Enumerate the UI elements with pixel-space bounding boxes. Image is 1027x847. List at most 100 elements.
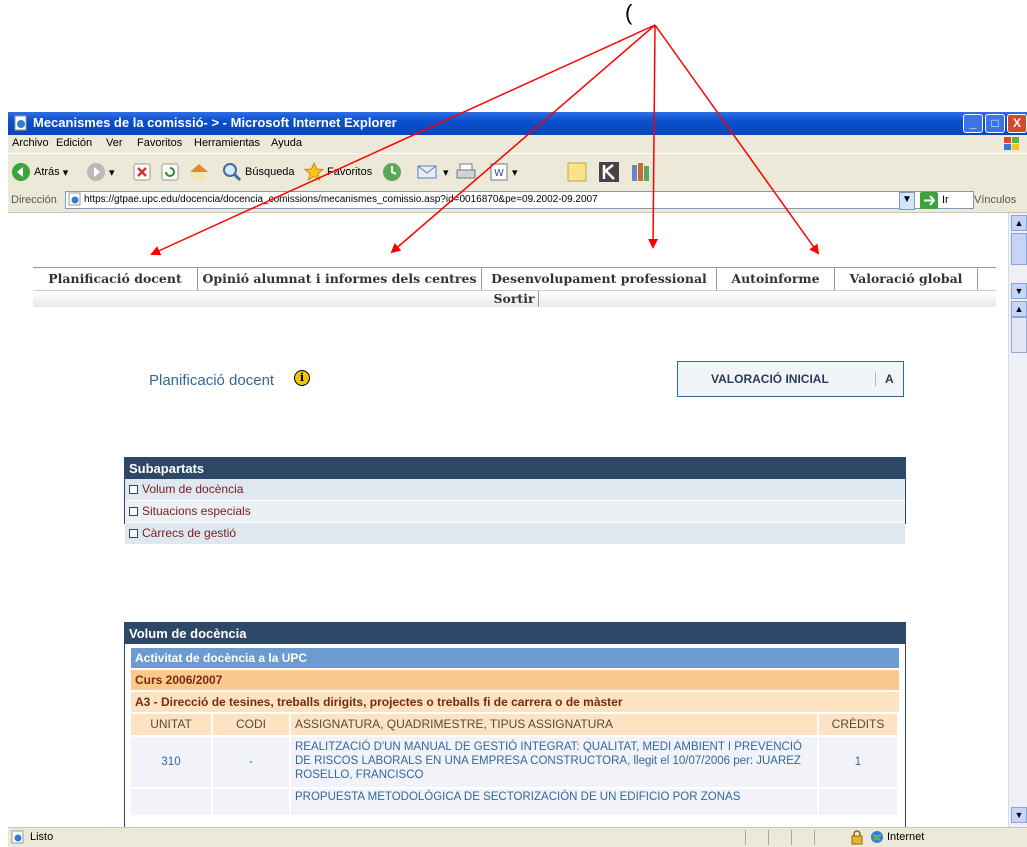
address-label: Dirección bbox=[11, 194, 57, 206]
print-button[interactable] bbox=[455, 160, 477, 184]
scroll-thumb[interactable] bbox=[1011, 233, 1027, 265]
nav-sortir[interactable]: Sortir bbox=[490, 291, 539, 307]
volum-body: Activitat de docència a la UPC Curs 2006… bbox=[125, 644, 905, 815]
menu-favoritos[interactable]: Favoritos bbox=[137, 137, 182, 149]
scroll-up-icon[interactable]: ▲ bbox=[1011, 215, 1027, 231]
nav-desenvolupament-professional[interactable]: Desenvolupament professional bbox=[482, 268, 717, 290]
mail-icon bbox=[417, 165, 437, 179]
nav-opinio-alumnat[interactable]: Opinió alumnat i informes dels centres bbox=[198, 268, 482, 290]
links-label[interactable]: Vínculos bbox=[974, 194, 1016, 206]
sub-item-label: Volum de docència bbox=[142, 482, 244, 496]
menu-archivo[interactable]: Archivo bbox=[12, 137, 49, 149]
home-icon bbox=[190, 164, 208, 180]
print-icon bbox=[456, 163, 476, 179]
col-credits: CRÈDITS bbox=[819, 714, 899, 735]
address-url: https://gtpae.upc.edu/docencia/docencia_… bbox=[84, 194, 598, 205]
section-title: Planificació docent bbox=[149, 372, 275, 389]
cell-credits bbox=[819, 789, 899, 815]
status-divider bbox=[745, 830, 746, 845]
menu-ver[interactable]: Ver bbox=[106, 137, 123, 149]
sub-item-situacions[interactable]: Situacions especials bbox=[125, 501, 905, 523]
scroll-small-up-icon[interactable]: ▲ bbox=[1011, 301, 1027, 317]
sub-item-label: Situacions especials bbox=[142, 504, 251, 518]
scroll-small-down-icon[interactable]: ▼ bbox=[1011, 283, 1027, 299]
title-bar: Mecanismes de la comissió- > - Microsoft… bbox=[8, 112, 1027, 135]
valoracio-inicial-box: VALORACIÓ INICIAL A bbox=[677, 361, 904, 397]
note-icon bbox=[567, 162, 587, 182]
edit-word-button[interactable]: W ▾ bbox=[489, 160, 518, 184]
menu-herramientas[interactable]: Herramientas bbox=[194, 137, 260, 149]
refresh-button[interactable] bbox=[160, 160, 180, 184]
nav-valoracio-global[interactable]: Valoració global bbox=[835, 268, 978, 290]
svg-text:W: W bbox=[494, 168, 504, 179]
search-icon bbox=[223, 163, 242, 182]
windows-logo-icon bbox=[1004, 137, 1019, 150]
window-title: Mecanismes de la comissió- > - Microsoft… bbox=[33, 115, 397, 130]
research-button[interactable] bbox=[630, 160, 654, 184]
scroll-down-icon[interactable]: ▼ bbox=[1011, 807, 1027, 823]
status-text: Listo bbox=[30, 831, 54, 843]
history-button[interactable] bbox=[381, 160, 403, 184]
vertical-scrollbar[interactable]: ▲ ▼ ▲ ▼ bbox=[1008, 213, 1027, 827]
go-arrow-icon[interactable] bbox=[920, 192, 938, 209]
nav-row: Planificació docent Opinió alumnat i inf… bbox=[33, 268, 996, 291]
status-page-icon bbox=[11, 830, 24, 844]
docencia-table: UNITAT CODI ASSIGNATURA, QUADRIMESTRE, T… bbox=[131, 712, 899, 815]
status-bar: Listo Internet bbox=[8, 827, 1027, 847]
mail-button[interactable]: ▾ bbox=[416, 160, 449, 184]
info-icon[interactable]: i bbox=[294, 370, 310, 386]
k-icon bbox=[599, 162, 619, 182]
subapartats-panel: Subapartats Volum de docència Situacions… bbox=[124, 457, 906, 545]
back-dropdown-icon[interactable]: ▾ bbox=[63, 166, 69, 179]
menu-edicion[interactable]: Edición bbox=[56, 137, 92, 149]
notes-button[interactable] bbox=[566, 160, 588, 184]
volum-title: Volum de docència bbox=[125, 623, 905, 644]
maximize-button[interactable]: □ bbox=[985, 114, 1005, 133]
sub-item-carrecs[interactable]: Càrrecs de gestió bbox=[125, 523, 905, 545]
ie-page-icon bbox=[14, 115, 27, 131]
stop-button[interactable] bbox=[132, 160, 152, 184]
bullet-icon bbox=[129, 507, 138, 517]
col-assignatura: ASSIGNATURA, QUADRIMESTRE, TIPUS ASSIGNA… bbox=[291, 714, 819, 735]
cell-assignatura: PROPUESTA METODOLÓGICA DE SECTORIZACIÓN … bbox=[291, 789, 819, 815]
go-label[interactable]: Ir bbox=[942, 194, 949, 206]
favorites-star-icon bbox=[304, 162, 324, 182]
page-content: Planificació docent Opinió alumnat i inf… bbox=[8, 213, 1008, 827]
a3-row: A3 - Direcció de tesines, treballs dirig… bbox=[131, 692, 899, 712]
back-arrow-icon bbox=[12, 163, 30, 181]
cell-unitat bbox=[131, 789, 213, 815]
books-icon bbox=[632, 163, 649, 181]
cell-codi: - bbox=[213, 737, 291, 787]
favorites-button[interactable]: Favoritos bbox=[304, 160, 372, 184]
word-icon: W bbox=[490, 163, 508, 181]
volum-panel: Volum de docència Activitat de docència … bbox=[124, 622, 906, 827]
messenger-button[interactable] bbox=[598, 160, 620, 184]
nav-planificacio-docent[interactable]: Planificació docent bbox=[33, 268, 198, 290]
back-button[interactable]: Atrás ▾ bbox=[11, 160, 68, 184]
forward-button[interactable]: ▾ bbox=[86, 160, 115, 184]
sub-item-volum[interactable]: Volum de docència bbox=[125, 479, 905, 501]
edit-dropdown-icon[interactable]: ▾ bbox=[512, 166, 518, 179]
minimize-button[interactable]: _ bbox=[963, 114, 983, 133]
browser-window: Mecanismes de la comissió- > - Microsoft… bbox=[8, 112, 1027, 847]
search-button[interactable]: Búsqueda bbox=[222, 160, 295, 184]
main-nav: Planificació docent Opinió alumnat i inf… bbox=[33, 267, 996, 307]
refresh-icon bbox=[161, 163, 179, 181]
nav-autoinforme[interactable]: Autoinforme bbox=[717, 268, 835, 290]
col-codi: CODI bbox=[213, 714, 291, 735]
scroll-inner-thumb[interactable] bbox=[1011, 317, 1027, 353]
close-button[interactable]: X bbox=[1007, 114, 1027, 133]
cell-unitat: 310 bbox=[131, 737, 213, 787]
status-divider bbox=[791, 830, 792, 845]
menu-ayuda[interactable]: Ayuda bbox=[271, 137, 302, 149]
address-dropdown-icon[interactable]: ▼ bbox=[899, 192, 915, 210]
forward-dropdown-icon[interactable]: ▾ bbox=[109, 166, 115, 179]
curs-row: Curs 2006/2007 bbox=[131, 670, 899, 690]
forward-arrow-icon bbox=[87, 163, 105, 181]
mail-dropdown-icon[interactable]: ▾ bbox=[443, 166, 449, 179]
address-input[interactable]: https://gtpae.upc.edu/docencia/docencia_… bbox=[65, 191, 974, 209]
nav-row-exit: Sortir bbox=[33, 291, 996, 307]
col-unitat: UNITAT bbox=[131, 714, 213, 735]
valoracio-value: A bbox=[885, 372, 894, 386]
home-button[interactable] bbox=[188, 160, 210, 184]
